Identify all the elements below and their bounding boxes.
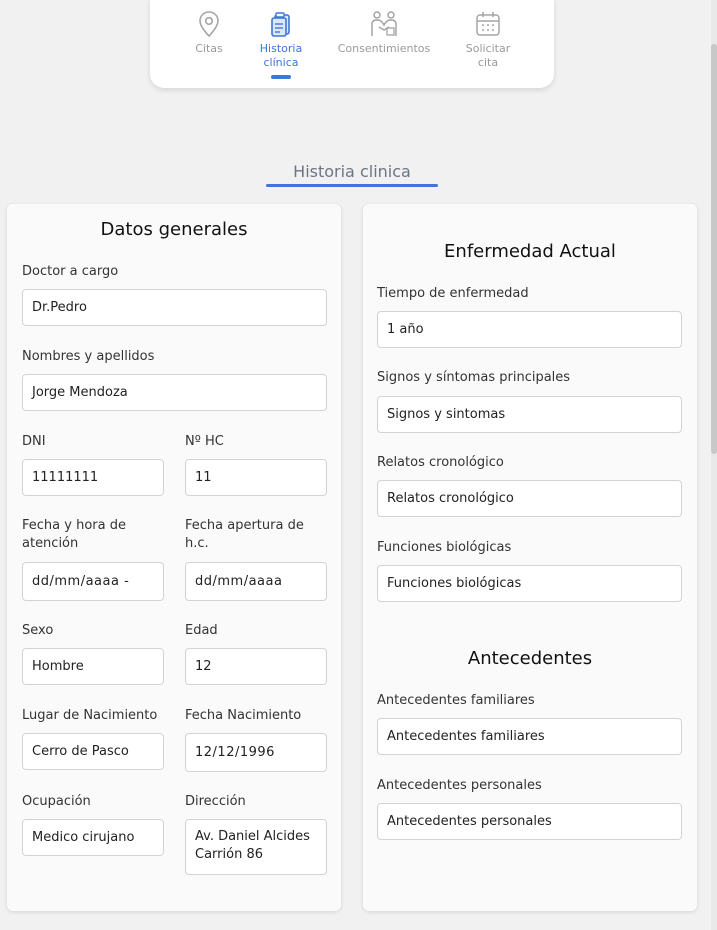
sexo-label: Sexo	[22, 623, 54, 638]
signos-label: Signos y síntomas principales	[377, 370, 571, 385]
name-field[interactable]: Jorge Mendoza	[22, 374, 327, 411]
calendar-icon	[476, 12, 500, 36]
fecha-nac-label: Fecha Nacimiento	[185, 708, 302, 723]
nav-active-indicator	[271, 75, 291, 79]
nav-item-citas[interactable]: Citas	[188, 10, 230, 56]
tiempo-field[interactable]: 1 año	[377, 311, 682, 348]
hc-label: Nº HC	[185, 434, 224, 449]
direccion-field[interactable]: Av. Daniel Alcides Carrión 86	[185, 819, 327, 875]
funciones-field[interactable]: Funciones biológicas	[377, 565, 682, 602]
doctor-label: Doctor a cargo	[22, 264, 119, 279]
antecedentes-title: Antecedentes	[467, 648, 593, 669]
fecha-hora-label: Fecha y hora de atención	[22, 518, 126, 551]
edad-field[interactable]: 12	[185, 648, 327, 685]
sexo-field[interactable]: Hombre	[22, 648, 164, 685]
nav-item-solicitar-cita[interactable]: Solicitar cita	[460, 10, 516, 70]
dni-label: DNI	[22, 434, 46, 449]
clipboard-icon	[271, 12, 290, 37]
nav-item-historia-clinica[interactable]: Historia clínica	[254, 10, 308, 79]
lugar-label: Lugar de Nacimiento	[22, 708, 158, 723]
page-title: Historia clinica	[293, 162, 411, 181]
enfermedad-actual-card: Enfermedad Actual Tiempo de enfermedad 1…	[363, 204, 697, 911]
personales-field[interactable]: Antecedentes personales	[377, 803, 682, 840]
familiares-label: Antecedentes familiares	[377, 693, 535, 708]
relatos-field[interactable]: Relatos cronológico	[377, 480, 682, 517]
datos-generales-card: Datos generales Doctor a cargo Dr.Pedro …	[7, 204, 341, 911]
signos-field[interactable]: Signos y sintomas	[377, 396, 682, 433]
familiares-field[interactable]: Antecedentes familiares	[377, 718, 682, 755]
fecha-nac-field[interactable]: 12/12/1996	[185, 733, 327, 772]
edad-label: Edad	[185, 623, 218, 638]
tiempo-label: Tiempo de enfermedad	[377, 286, 529, 301]
relatos-label: Relatos cronológico	[377, 455, 504, 470]
nav-label-citas: Citas	[195, 42, 223, 55]
ocupacion-field[interactable]: Medico cirujano	[22, 819, 164, 856]
datos-generales-title: Datos generales	[100, 219, 248, 240]
nav-label-consentimientos: Consentimientos	[337, 42, 431, 55]
page-title-underline	[266, 184, 438, 187]
fecha-apertura-label: Fecha apertura de h.c.	[185, 518, 304, 551]
hc-field[interactable]: 11	[185, 459, 327, 496]
dni-field[interactable]: 11111111	[22, 459, 164, 496]
fecha-apertura-field[interactable]: dd/mm/aaaa	[185, 562, 327, 601]
fecha-hora-field[interactable]: dd/mm/aaaa -	[22, 562, 164, 601]
direccion-label: Dirección	[185, 794, 246, 809]
doctor-field[interactable]: Dr.Pedro	[22, 289, 327, 326]
name-label: Nombres y apellidos	[22, 349, 155, 364]
funciones-label: Funciones biológicas	[377, 540, 512, 555]
nav-label-historia: Historia clínica	[259, 42, 303, 69]
top-nav: Citas Historia clínica Consentimientos S…	[150, 0, 554, 88]
ocupacion-label: Ocupación	[22, 794, 91, 809]
nav-label-solicitar: Solicitar cita	[465, 42, 511, 69]
personales-label: Antecedentes personales	[377, 778, 542, 793]
nav-item-consentimientos[interactable]: Consentimientos	[336, 10, 432, 56]
lugar-field[interactable]: Cerro de Pasco	[22, 733, 164, 770]
scrollbar-thumb[interactable]	[711, 44, 717, 454]
enfermedad-title: Enfermedad Actual	[444, 241, 616, 262]
location-pin-icon	[199, 11, 219, 38]
handshake-icon	[371, 11, 397, 36]
